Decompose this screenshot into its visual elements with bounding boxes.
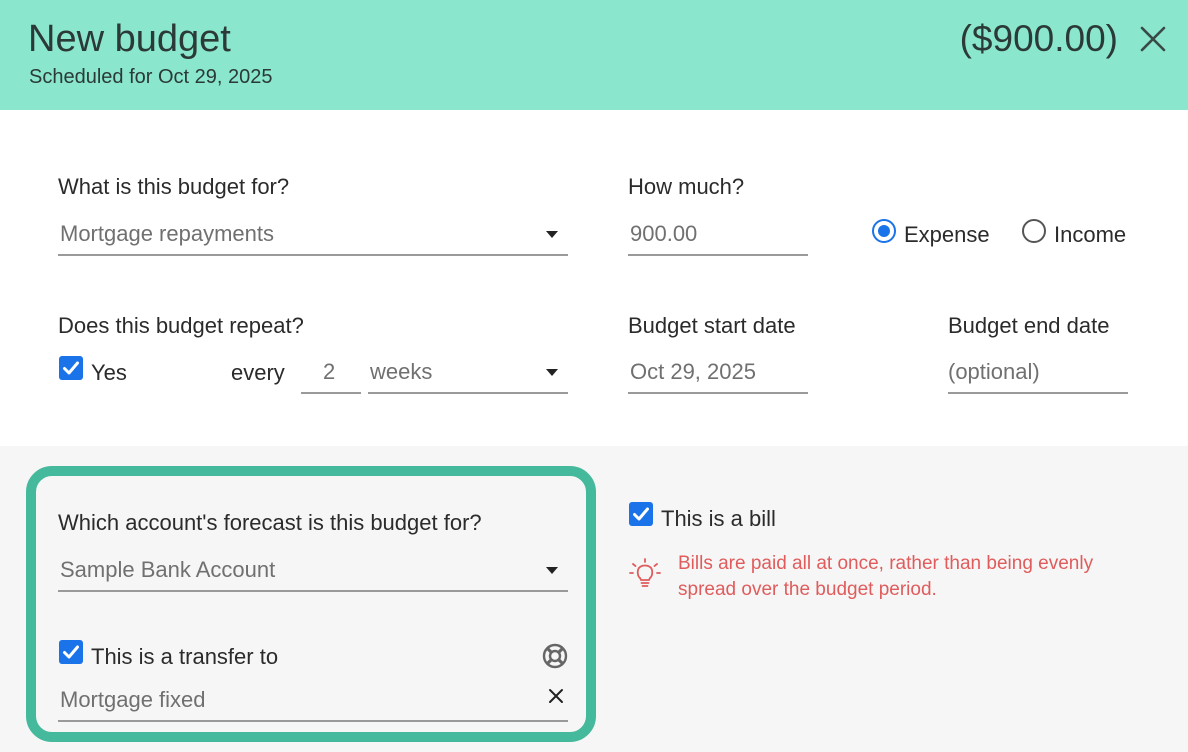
end-date-placeholder: (optional): [948, 359, 1040, 384]
close-icon[interactable]: [1140, 26, 1166, 52]
transfer-label[interactable]: This is a transfer to: [91, 644, 278, 670]
expense-label[interactable]: Expense: [904, 222, 990, 248]
transfer-account-value: Mortgage fixed: [60, 687, 206, 712]
repeat-yes-label[interactable]: Yes: [91, 360, 127, 386]
end-date-input[interactable]: (optional): [948, 352, 1128, 394]
repeat-unit-value: weeks: [370, 359, 433, 384]
bill-tip-text: Bills are paid all at once, rather than …: [678, 553, 1094, 600]
amount-label: How much?: [628, 174, 745, 199]
purpose-select[interactable]: Mortgage repayments: [58, 214, 568, 256]
repeat-interval-input[interactable]: 2: [301, 352, 361, 394]
amount-value: 900.00: [630, 221, 698, 246]
clear-transfer-icon[interactable]: [548, 688, 564, 704]
start-date-label: Budget start date: [628, 313, 796, 338]
repeat-interval-value: 2: [323, 359, 336, 384]
purpose-value: Mortgage repayments: [60, 221, 274, 246]
income-label[interactable]: Income: [1054, 222, 1126, 248]
transfer-checkbox[interactable]: [59, 640, 83, 664]
amount-input[interactable]: 900.00: [628, 214, 808, 256]
account-label: Which account's forecast is this budget …: [58, 510, 482, 535]
end-date-label: Budget end date: [948, 313, 1110, 338]
repeat-label: Does this budget repeat?: [58, 313, 304, 338]
account-select[interactable]: Sample Bank Account: [58, 550, 568, 592]
bill-label[interactable]: This is a bill: [661, 506, 776, 532]
bill-checkbox[interactable]: [629, 502, 653, 526]
dialog-title: New budget: [28, 18, 231, 60]
dialog-header: New budget Scheduled for Oct 29, 2025 ($…: [0, 0, 1188, 110]
lifebuoy-icon[interactable]: [542, 643, 568, 669]
purpose-label: What is this budget for?: [58, 174, 290, 199]
repeat-unit-select[interactable]: weeks: [368, 352, 568, 394]
repeat-checkbox[interactable]: [59, 356, 83, 380]
budget-amount-summary: ($900.00): [959, 18, 1118, 59]
scheduled-date: Scheduled for Oct 29, 2025: [29, 66, 273, 88]
start-date-input[interactable]: Oct 29, 2025: [628, 352, 808, 394]
transfer-account-input[interactable]: Mortgage fixed: [58, 680, 568, 722]
every-label: every: [231, 360, 285, 385]
chevron-down-icon: [546, 231, 558, 238]
income-radio[interactable]: [1022, 219, 1046, 243]
expense-radio[interactable]: [872, 219, 896, 243]
chevron-down-icon: [546, 369, 558, 376]
account-value: Sample Bank Account: [60, 557, 276, 582]
lightbulb-icon: [627, 556, 663, 592]
start-date-value: Oct 29, 2025: [630, 359, 756, 384]
chevron-down-icon: [546, 567, 558, 574]
